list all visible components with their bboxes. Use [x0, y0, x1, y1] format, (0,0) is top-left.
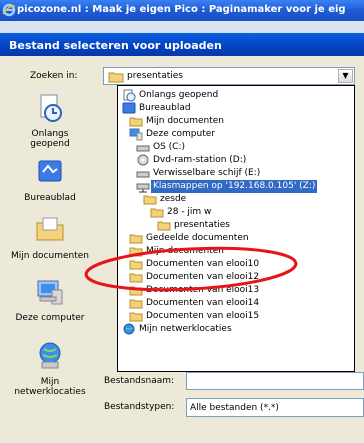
lookin-value: presentaties	[127, 71, 183, 81]
dialog-titlebar: Bestand selecteren voor uploaden	[0, 33, 364, 56]
folder-icon	[129, 117, 143, 127]
dropdown-item-label: Bureaublad	[139, 103, 191, 113]
dropdown-item-label: Dvd-ram-station (D:)	[153, 155, 247, 165]
window-gap	[0, 21, 364, 33]
dropdown-item-label: Gedeelde documenten	[146, 233, 249, 243]
browser-titlebar: picozone.nl : Maak je eigen Pico : Pagin…	[0, 0, 364, 21]
folder-icon	[129, 299, 143, 309]
desktop-icon	[122, 102, 136, 114]
lookin-combobox[interactable]: presentaties ▼	[103, 67, 355, 85]
folder-icon	[129, 312, 143, 322]
place-recent[interactable]: Onlangs geopend	[0, 92, 100, 149]
dropdown-item-label: zesde	[160, 194, 187, 204]
place-desktop[interactable]: Bureaublad	[0, 156, 100, 203]
dropdown-item-label: Onlangs geopend	[139, 90, 219, 100]
place-label: Bureaublad	[24, 193, 76, 203]
place-my-documents[interactable]: Mijn documenten	[0, 214, 100, 261]
dropdown-item-label: 28 - jim w	[167, 207, 212, 217]
chevron-down-icon[interactable]: ▼	[338, 69, 353, 83]
folder-icon	[129, 247, 143, 257]
network-drive-icon	[136, 183, 150, 193]
dropdown-item-label: Documenten van elooi13	[146, 285, 260, 295]
lookin-label: Zoeken in:	[30, 71, 78, 81]
dropdown-item-label: OS (C:)	[153, 142, 185, 152]
dialog-title: Bestand selecteren voor uploaden	[9, 39, 222, 52]
recent-icon	[123, 89, 136, 102]
folder-icon	[129, 234, 143, 244]
folder-icon	[143, 195, 157, 205]
dropdown-item-label: Klasmappen op '192.168.0.105' (Z:)	[151, 180, 318, 193]
browser-title: picozone.nl : Maak je eigen Pico : Pagin…	[17, 4, 346, 15]
place-network[interactable]: Mijn netwerklocaties	[0, 340, 100, 397]
folder-icon	[108, 72, 124, 83]
folder-icon	[129, 273, 143, 283]
dropdown-item-label: Documenten van elooi12	[146, 272, 260, 282]
dropdown-item-label: Mijn documenten	[146, 116, 224, 126]
place-label: Mijn netwerklocaties	[14, 377, 86, 397]
filename-input[interactable]	[186, 372, 364, 390]
internet-explorer-icon	[2, 3, 16, 17]
folder-icon	[129, 260, 143, 270]
dropdown-item-label: Documenten van elooi10	[146, 259, 260, 269]
filetype-value: Alle bestanden (*.*)	[190, 403, 279, 413]
folder-icon	[157, 221, 171, 231]
filetype-label: Bestandstypen:	[104, 402, 175, 412]
recent-icon	[40, 94, 62, 122]
dropdown-item-label: Verwisselbare schijf (E:)	[153, 168, 261, 178]
my-computer-icon	[37, 280, 63, 305]
drive-icon	[136, 145, 150, 152]
dropdown-item-label: Deze computer	[146, 129, 215, 139]
drive-icon	[136, 171, 150, 178]
filetype-select[interactable]: Alle bestanden (*.*)	[186, 398, 364, 417]
network-icon	[123, 323, 135, 335]
place-my-computer[interactable]: Deze computer	[0, 276, 100, 323]
dropdown-item-label: Mijn netwerklocaties	[139, 324, 232, 334]
place-label: Onlangs geopend	[30, 129, 70, 149]
desktop-icon	[38, 160, 62, 182]
dvd-icon	[137, 154, 149, 166]
network-icon	[39, 342, 61, 369]
place-label: Deze computer	[15, 313, 85, 323]
lookin-dropdown-list[interactable]: Onlangs geopend Bureaublad Mijn document…	[117, 85, 355, 372]
computer-icon	[129, 128, 143, 141]
dropdown-item-label: presentaties	[174, 220, 230, 230]
dropdown-item-label: Mijn documenten	[146, 246, 224, 256]
place-label: Mijn documenten	[11, 251, 89, 261]
folder-icon	[150, 208, 164, 218]
dropdown-item-label: Documenten van elooi14	[146, 298, 260, 308]
my-documents-icon	[36, 217, 64, 241]
filename-label: Bestandsnaam:	[104, 376, 175, 386]
dropdown-item-label: Documenten van elooi15	[146, 311, 260, 321]
folder-icon	[129, 286, 143, 296]
